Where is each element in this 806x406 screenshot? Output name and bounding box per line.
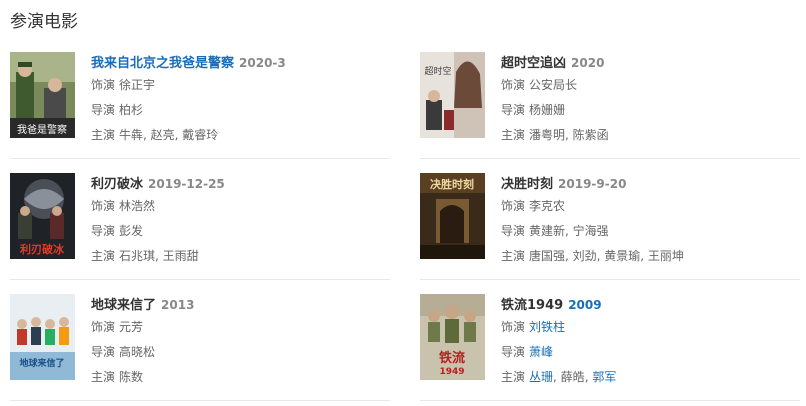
cast-link[interactable]: 丛珊 bbox=[529, 370, 553, 384]
movie-item: 地球来信了 地球来信了 2013 饰演 元芳 导演 高晓松 主演 陈数 bbox=[10, 294, 400, 394]
row-divider bbox=[10, 400, 390, 401]
director-value: 黄建新, 宁海强 bbox=[529, 224, 609, 238]
role-value: 徐正宇 bbox=[119, 78, 156, 92]
movie-year: 2009 bbox=[568, 298, 602, 312]
poster-title: 利刃破冰 bbox=[20, 242, 65, 256]
cast-label: 主演 bbox=[501, 128, 526, 142]
director-value: 高晓松 bbox=[119, 345, 156, 359]
director-value: 杨姗姗 bbox=[529, 103, 566, 117]
director-value: 柏杉 bbox=[119, 103, 144, 117]
poster-year: 1949 bbox=[439, 367, 464, 377]
director-link[interactable]: 萧峰 bbox=[529, 345, 553, 359]
cast-value: 唐国强, 刘劲, 黄景瑜, 王丽坤 bbox=[529, 249, 684, 263]
role-label: 饰演 bbox=[501, 199, 526, 213]
row-divider bbox=[420, 279, 800, 280]
movie-poster[interactable]: 铁流 1949 bbox=[420, 294, 485, 380]
movie-item: 决胜时刻 决胜时刻 2019-9-20 饰演 李克农 导演 黄建新, 宁海强 主演 唐国… bbox=[420, 173, 806, 273]
movie-year: 2019-12-25 bbox=[148, 177, 225, 191]
movie-item: 铁流 1949 铁流1949 2009 饰演 刘铁柱 导演 萧峰 主演 丛珊, 薛皓, … bbox=[420, 294, 806, 394]
role-link[interactable]: 刘铁柱 bbox=[529, 320, 565, 334]
row-divider bbox=[10, 158, 390, 159]
role-value: 公安局长 bbox=[529, 78, 578, 92]
cast-value: 潘粤明, 陈紫函 bbox=[529, 128, 609, 142]
cast-value: 陈数 bbox=[119, 370, 144, 384]
poster-title: 铁流 bbox=[438, 350, 465, 366]
movie-title-link[interactable]: 决胜时刻 bbox=[501, 177, 553, 192]
director-label: 导演 bbox=[91, 345, 116, 359]
movie-item: 利刃破冰 利刃破冰 2019-12-25 饰演 林浩然 导演 彭发 主演 石兆琪, 王雨… bbox=[10, 173, 400, 273]
movie-poster[interactable]: 超时空 bbox=[420, 52, 485, 138]
cast-separator: , bbox=[553, 370, 561, 384]
movie-poster[interactable]: 地球来信了 bbox=[10, 294, 75, 380]
poster-title: 超时空 bbox=[424, 65, 451, 77]
movie-item: 超时空 超时空追凶 2020 饰演 公安局长 导演 杨姗姗 主演 潘粤明, 陈紫函 bbox=[420, 52, 806, 152]
cast-value: 牛犇, 赵亮, 戴睿玲 bbox=[119, 128, 219, 142]
director-label: 导演 bbox=[501, 345, 526, 359]
movie-title-link[interactable]: 我来自北京之我爸是警察 bbox=[91, 56, 234, 71]
role-label: 饰演 bbox=[91, 199, 116, 213]
role-label: 饰演 bbox=[91, 320, 116, 334]
director-label: 导演 bbox=[91, 103, 116, 117]
role-value: 元芳 bbox=[119, 320, 144, 334]
cast-link[interactable]: 郭军 bbox=[592, 370, 616, 384]
movie-poster[interactable]: 决胜时刻 bbox=[420, 173, 485, 259]
row-divider bbox=[420, 400, 800, 401]
cast-label: 主演 bbox=[91, 249, 116, 263]
role-label: 饰演 bbox=[91, 78, 116, 92]
movie-title-link[interactable]: 超时空追凶 bbox=[501, 56, 566, 71]
cast-label: 主演 bbox=[501, 249, 526, 263]
movie-year: 2020-3 bbox=[239, 56, 286, 70]
movie-item: 我爸是警察 我来自北京之我爸是警察 2020-3 饰演 徐正宇 导演 柏杉 主演 牛犇,… bbox=[10, 52, 400, 152]
cast-value: 薛皓 bbox=[560, 370, 585, 384]
poster-title: 决胜时刻 bbox=[430, 177, 474, 191]
cast-value: 石兆琪, 王雨甜 bbox=[119, 249, 199, 263]
director-value: 彭发 bbox=[119, 224, 144, 238]
movie-year: 2020 bbox=[571, 56, 605, 70]
role-value: 林浩然 bbox=[119, 199, 156, 213]
cast-label: 主演 bbox=[91, 128, 116, 142]
movie-title-link[interactable]: 地球来信了 bbox=[91, 298, 156, 313]
movie-title-link[interactable]: 利刃破冰 bbox=[91, 177, 143, 192]
director-label: 导演 bbox=[501, 103, 526, 117]
section-title: 参演电影 bbox=[10, 12, 78, 32]
row-divider bbox=[10, 279, 390, 280]
movie-year: 2019-9-20 bbox=[558, 177, 627, 191]
director-label: 导演 bbox=[501, 224, 526, 238]
movie-poster[interactable]: 利刃破冰 bbox=[10, 173, 75, 259]
movie-title-link[interactable]: 铁流1949 bbox=[501, 298, 563, 313]
director-label: 导演 bbox=[91, 224, 116, 238]
poster-title: 地球来信了 bbox=[19, 357, 64, 369]
role-label: 饰演 bbox=[501, 78, 526, 92]
role-value: 李克农 bbox=[529, 199, 566, 213]
movie-poster[interactable]: 我爸是警察 bbox=[10, 52, 75, 138]
cast-label: 主演 bbox=[91, 370, 116, 384]
role-label: 饰演 bbox=[501, 320, 526, 334]
cast-label: 主演 bbox=[501, 370, 526, 384]
movie-year: 2013 bbox=[161, 298, 195, 312]
row-divider bbox=[420, 158, 800, 159]
poster-title: 我爸是警察 bbox=[17, 123, 67, 136]
